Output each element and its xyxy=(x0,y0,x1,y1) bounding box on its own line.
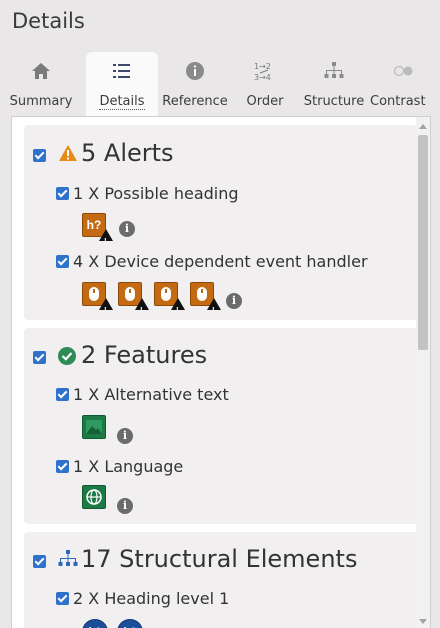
heading-level-1-label: 2 X Heading level 1 xyxy=(73,589,230,608)
tab-summary[interactable]: Summary xyxy=(0,52,82,118)
tab-order[interactable]: 1→2 3→4 Order xyxy=(232,52,298,118)
order-icon: 1→2 3→4 xyxy=(232,60,298,82)
structure-card: 17 Structural Elements 2 X Heading level… xyxy=(24,532,417,628)
possible-heading-label: 1 X Possible heading xyxy=(73,184,239,203)
device-dependent-handler-icon[interactable] xyxy=(190,282,221,322)
warning-badge-icon xyxy=(171,298,185,322)
possible-heading-info-icon[interactable]: i xyxy=(119,221,135,237)
alerts-checkbox[interactable] xyxy=(33,149,46,162)
alt-text-info-icon[interactable]: i xyxy=(117,428,133,444)
globe-icon[interactable] xyxy=(82,485,106,509)
hierarchy-icon xyxy=(58,550,78,566)
warning-badge-icon xyxy=(99,298,113,322)
tab-contrast[interactable]: Contrast xyxy=(370,52,440,118)
language-label: 1 X Language xyxy=(73,457,184,476)
device-handler-info-icon[interactable]: i xyxy=(226,293,242,309)
scroll-down-arrow-icon[interactable] xyxy=(419,619,427,624)
heading-level-1-checkbox[interactable] xyxy=(56,592,69,605)
image-icon[interactable] xyxy=(82,415,106,439)
svg-text:1→2: 1→2 xyxy=(254,62,271,71)
scroll-thumb[interactable] xyxy=(418,135,428,350)
contrast-icon xyxy=(370,60,440,82)
tab-details[interactable]: Details xyxy=(86,52,158,118)
possible-heading-icon[interactable]: h? xyxy=(82,213,113,253)
alerts-title: 5 Alerts xyxy=(81,139,174,167)
device-dependent-handler-icon[interactable] xyxy=(154,282,185,322)
panel-title: Details xyxy=(12,9,85,33)
warning-badge-icon xyxy=(99,229,113,253)
check-circle-icon xyxy=(58,347,76,365)
language-info-icon[interactable]: i xyxy=(117,498,133,514)
structure-checkbox[interactable] xyxy=(33,555,46,568)
tab-bar: Summary Details Reference 1→2 3→4 Order xyxy=(0,52,440,118)
device-handler-checkbox[interactable] xyxy=(56,255,69,268)
possible-heading-checkbox[interactable] xyxy=(56,187,69,200)
warning-badge-icon xyxy=(135,298,149,322)
device-dependent-handler-icon[interactable] xyxy=(118,282,149,322)
features-title: 2 Features xyxy=(81,341,208,369)
language-checkbox[interactable] xyxy=(56,460,69,473)
details-panel: 5 Alerts 1 X Possible heading h? i 4 X D… xyxy=(11,116,431,628)
features-card: 2 Features 1 X Alternative text i 1 X La… xyxy=(24,328,417,524)
info-icon xyxy=(158,60,232,82)
tab-reference[interactable]: Reference xyxy=(158,52,232,118)
alt-text-checkbox[interactable] xyxy=(56,388,69,401)
device-dependent-handler-icon[interactable] xyxy=(82,282,113,322)
structure-title: 17 Structural Elements xyxy=(81,545,358,573)
warning-icon xyxy=(59,145,77,161)
vertical-scrollbar[interactable] xyxy=(416,117,430,628)
scroll-up-arrow-icon[interactable] xyxy=(419,124,427,129)
home-icon xyxy=(0,60,82,82)
device-handler-label: 4 X Device dependent event handler xyxy=(73,252,368,271)
warning-badge-icon xyxy=(207,298,221,322)
alerts-card: 5 Alerts 1 X Possible heading h? i 4 X D… xyxy=(24,125,417,322)
list-icon xyxy=(86,60,158,82)
features-checkbox[interactable] xyxy=(33,351,46,364)
hierarchy-icon xyxy=(298,60,370,82)
tab-structure[interactable]: Structure xyxy=(298,52,370,118)
svg-text:3→4: 3→4 xyxy=(254,73,271,82)
alt-text-label: 1 X Alternative text xyxy=(73,385,229,404)
